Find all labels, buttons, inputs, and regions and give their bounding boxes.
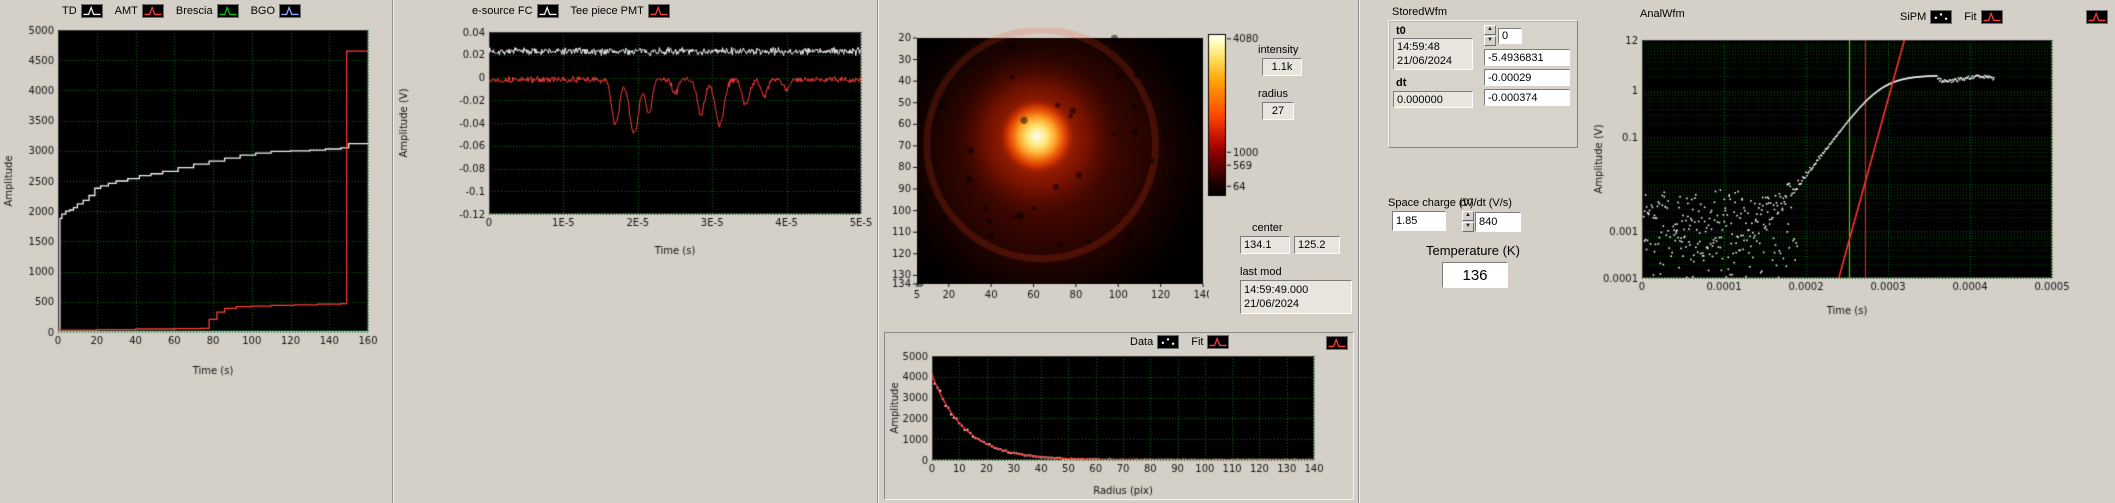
waveform-glyph-icon[interactable] xyxy=(141,4,164,18)
panel-divider xyxy=(877,0,878,503)
legend-label: Tee piece PMT xyxy=(570,5,644,17)
t0-label: t0 xyxy=(1396,25,1406,37)
waveform-glyph-icon[interactable] xyxy=(80,4,103,18)
legend-item-amt[interactable]: AMT xyxy=(115,4,164,18)
temperature-label: Temperature (K) xyxy=(1426,243,1520,258)
legend-label: Data xyxy=(1130,336,1154,348)
fc-graph-canvas xyxy=(397,20,875,258)
dvdt-label: dV/dt (V/s) xyxy=(1460,197,1512,209)
waveform-glyph-icon[interactable] xyxy=(279,4,302,18)
lastmod-label: last mod xyxy=(1240,266,1282,278)
t0-value: 14:59:48 21/06/2024 xyxy=(1393,38,1473,70)
legend-label: TD xyxy=(62,5,77,17)
waveform-glyph-icon[interactable] xyxy=(1207,335,1230,349)
dvdt-control[interactable]: ▲ ▼ 840 xyxy=(1462,211,1521,232)
legend-item-fit[interactable]: Fit xyxy=(1964,10,2003,24)
panel-divider xyxy=(392,0,393,503)
legend-label: AMT xyxy=(114,5,138,17)
panel-divider xyxy=(1358,0,1359,503)
image-graph-canvas xyxy=(883,28,1209,314)
y-array-index[interactable]: ▲ ▼ 0 xyxy=(1484,25,1522,46)
intensity-label: intensity xyxy=(1258,44,1299,56)
labview-front-panel: { "controls": { "stored_wfm": { "title":… xyxy=(0,0,2115,503)
y-value-2: -0.000374 xyxy=(1484,89,1570,106)
plot-style-icon[interactable] xyxy=(2086,10,2108,24)
legend-item-tee-piece-pmt[interactable]: Tee piece PMT xyxy=(571,4,670,18)
analwfm-graph-canvas[interactable] xyxy=(1592,26,2115,318)
temperature-value: 136 xyxy=(1442,262,1508,288)
dvdt-increment-button[interactable]: ▲ xyxy=(1462,211,1474,221)
analwfm-legend: SiPM Fit xyxy=(1900,10,2003,24)
legend-label: BGO xyxy=(250,5,276,17)
lastmod-time: 14:59:49.000 xyxy=(1244,283,1309,296)
center-x-value: 134.1 xyxy=(1240,236,1290,254)
index-decrement-button[interactable]: ▼ xyxy=(1484,36,1496,46)
radial-graph-canvas xyxy=(888,348,1324,498)
plot-style-icon[interactable] xyxy=(1326,336,1348,350)
legend-item-td[interactable]: TD xyxy=(62,4,103,18)
legend-label: Fit xyxy=(1191,336,1204,348)
td-graph-canvas xyxy=(2,20,390,378)
dt-label: dt xyxy=(1396,77,1407,89)
radius-label: radius xyxy=(1258,88,1288,100)
dots-glyph-icon[interactable] xyxy=(1930,10,1953,24)
waveform-glyph-icon[interactable] xyxy=(1980,10,2003,24)
lastmod-date: 21/06/2024 xyxy=(1244,298,1300,310)
waveform-glyph-icon[interactable] xyxy=(647,4,670,18)
index-increment-button[interactable]: ▲ xyxy=(1484,25,1496,35)
dots-glyph-icon[interactable] xyxy=(1157,335,1180,349)
t0-time: 14:59:48 xyxy=(1397,40,1440,53)
intensity-value: 1.1k xyxy=(1262,58,1302,76)
analwfm-title: AnalWfm xyxy=(1640,8,1685,20)
y-value-0: -5.4936831 xyxy=(1484,49,1570,66)
legend-item-brescia[interactable]: Brescia xyxy=(176,4,239,18)
legend-label: Brescia xyxy=(175,5,213,17)
legend-label: SiPM xyxy=(1900,11,1927,23)
legend-item-bgo[interactable]: BGO xyxy=(250,4,302,18)
space-charge-input[interactable]: 1.85 xyxy=(1392,211,1446,231)
dvdt-input[interactable]: 840 xyxy=(1475,211,1521,232)
dt-value: 0.000000 xyxy=(1393,91,1473,108)
legend-item-fit[interactable]: Fit xyxy=(1191,335,1230,349)
waveform-glyph-icon[interactable] xyxy=(536,4,559,18)
center-label: center xyxy=(1252,222,1283,234)
dvdt-decrement-button[interactable]: ▼ xyxy=(1462,222,1474,232)
legend-item-sipm[interactable]: SiPM xyxy=(1900,10,1953,24)
radial-graph-legend: Data Fit xyxy=(1130,335,1230,349)
legend-label: e-source FC xyxy=(472,5,533,17)
y-value-1: -0.00029 xyxy=(1484,69,1570,86)
index-value[interactable]: 0 xyxy=(1498,27,1522,44)
waveform-glyph-icon[interactable] xyxy=(216,4,239,18)
radius-value: 27 xyxy=(1262,102,1294,120)
lastmod-value: 14:59:49.000 21/06/2024 xyxy=(1240,280,1352,314)
legend-item-esource-fc[interactable]: e-source FC xyxy=(472,4,559,18)
storedwfm-title: StoredWfm xyxy=(1392,6,1448,18)
legend-item-data[interactable]: Data xyxy=(1130,335,1180,349)
t0-date: 21/06/2024 xyxy=(1397,55,1453,67)
td-graph-legend: TD AMT Brescia BGO xyxy=(62,4,302,18)
fc-graph-legend: e-source FC Tee piece PMT xyxy=(472,4,670,18)
center-y-value: 125.2 xyxy=(1294,236,1340,254)
legend-label: Fit xyxy=(1964,11,1977,23)
